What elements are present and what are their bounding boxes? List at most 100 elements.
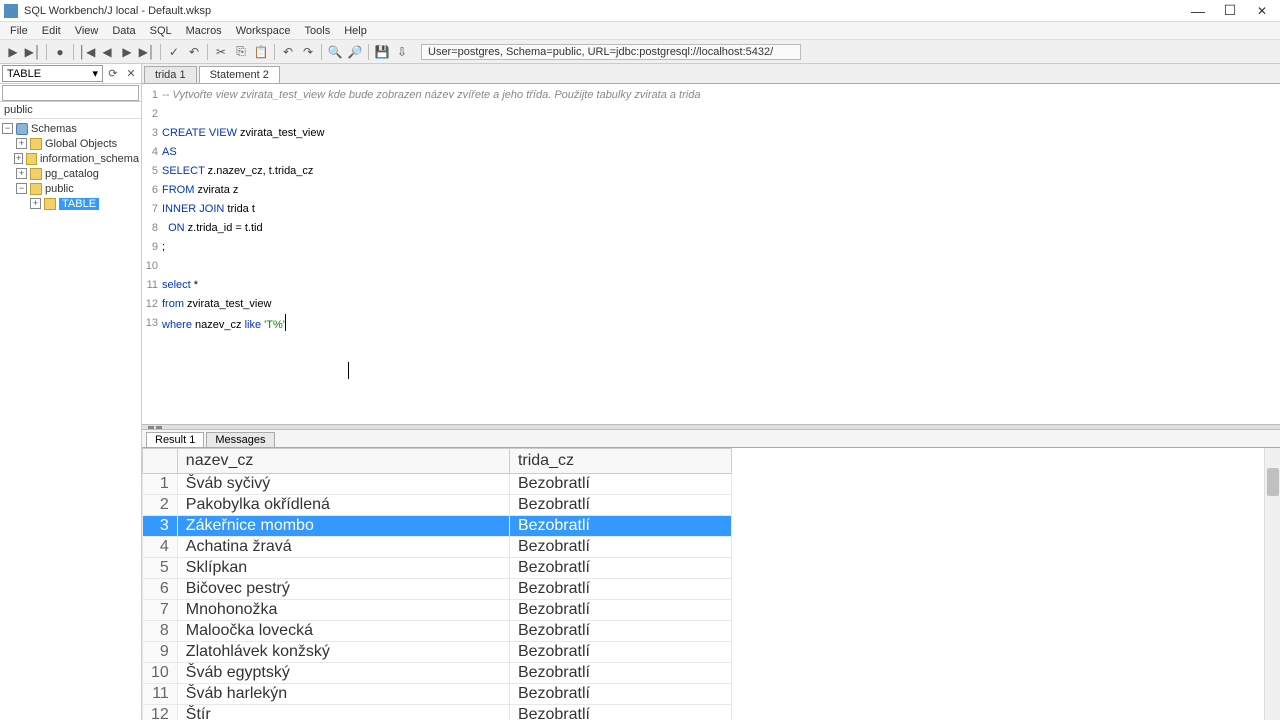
code-line[interactable]: -- Vytvořte view zvirata_test_view kde b… [162, 86, 1280, 105]
prev-icon[interactable]: ◀ [98, 43, 116, 61]
code-line[interactable]: FROM zvirata z [162, 181, 1280, 200]
run-icon[interactable]: ▶ [4, 43, 22, 61]
stop-icon[interactable]: ● [51, 43, 69, 61]
editor-tab[interactable]: Statement 2 [199, 66, 280, 83]
undo-icon[interactable]: ↶ [279, 43, 297, 61]
menu-item-help[interactable]: Help [338, 23, 373, 39]
tree-node-public[interactable]: −public [2, 181, 139, 196]
tree-node-table[interactable]: +TABLE [2, 196, 139, 211]
scrollbar-thumb[interactable] [1267, 468, 1279, 496]
menu-item-tools[interactable]: Tools [299, 23, 337, 39]
menu-item-workspace[interactable]: Workspace [230, 23, 297, 39]
cell[interactable]: Achatina žravá [177, 537, 509, 558]
cell[interactable]: Bezobratlí [509, 579, 731, 600]
cell[interactable]: Bezobratlí [509, 621, 731, 642]
table-row[interactable]: 4Achatina žraváBezobratlí [143, 537, 732, 558]
replace-icon[interactable]: 🔎 [346, 43, 364, 61]
export-icon[interactable]: ⇩ [393, 43, 411, 61]
cut-icon[interactable]: ✂ [212, 43, 230, 61]
table-row[interactable]: 7MnohonožkaBezobratlí [143, 600, 732, 621]
table-row[interactable]: 9Zlatohlávek konžskýBezobratlí [143, 642, 732, 663]
table-row[interactable]: 8Maloočka loveckáBezobratlí [143, 621, 732, 642]
cell[interactable]: Zlatohlávek konžský [177, 642, 509, 663]
table-row[interactable]: 5SklípkanBezobratlí [143, 558, 732, 579]
cell[interactable]: Šváb egyptský [177, 663, 509, 684]
find-icon[interactable]: 🔍 [326, 43, 344, 61]
cell[interactable]: Pakobylka okřídlená [177, 495, 509, 516]
code-line[interactable] [162, 257, 1280, 276]
cell[interactable]: Bičovec pestrý [177, 579, 509, 600]
code-line[interactable]: SELECT z.nazev_cz, t.trida_cz [162, 162, 1280, 181]
cell[interactable]: Bezobratlí [509, 705, 731, 720]
sql-editor[interactable]: 12345678910111213 -- Vytvořte view zvira… [142, 84, 1280, 424]
table-row[interactable]: 11Šváb harlekýnBezobratlí [143, 684, 732, 705]
tree-node-global-objects[interactable]: +Global Objects [2, 136, 139, 151]
tree-toggle-icon[interactable]: − [2, 123, 13, 134]
code-area[interactable]: -- Vytvořte view zvirata_test_view kde b… [162, 84, 1280, 424]
cell[interactable]: Bezobratlí [509, 537, 731, 558]
filter-input[interactable] [2, 85, 139, 101]
cell[interactable]: Šváb syčivý [177, 474, 509, 495]
close-panel-icon[interactable]: ✕ [123, 66, 139, 82]
menu-item-view[interactable]: View [69, 23, 105, 39]
code-line[interactable]: select * [162, 276, 1280, 295]
first-icon[interactable]: │◀ [78, 43, 96, 61]
code-line[interactable]: AS [162, 143, 1280, 162]
cell[interactable]: Sklípkan [177, 558, 509, 579]
result-tab[interactable]: Messages [206, 432, 274, 447]
last-icon[interactable]: ▶│ [138, 43, 156, 61]
code-line[interactable]: INNER JOIN trida t [162, 200, 1280, 219]
table-row[interactable]: 12ŠtírBezobratlí [143, 705, 732, 720]
cell[interactable]: Bezobratlí [509, 642, 731, 663]
cell[interactable]: Bezobratlí [509, 663, 731, 684]
redo-icon[interactable]: ↷ [299, 43, 317, 61]
paste-icon[interactable]: 📋 [252, 43, 270, 61]
menu-item-sql[interactable]: SQL [144, 23, 178, 39]
table-row[interactable]: 3Zákeřnice momboBezobratlí [143, 516, 732, 537]
table-row[interactable]: 1Šváb syčivýBezobratlí [143, 474, 732, 495]
tree-node-pg_catalog[interactable]: +pg_catalog [2, 166, 139, 181]
menu-item-data[interactable]: Data [106, 23, 141, 39]
rollback-icon[interactable]: ↶ [185, 43, 203, 61]
menu-item-edit[interactable]: Edit [36, 23, 67, 39]
menu-item-macros[interactable]: Macros [180, 23, 228, 39]
cell[interactable]: Šváb harlekýn [177, 684, 509, 705]
menu-item-file[interactable]: File [4, 23, 34, 39]
cell[interactable]: Bezobratlí [509, 516, 731, 537]
next-icon[interactable]: ▶ [118, 43, 136, 61]
code-line[interactable]: ; [162, 238, 1280, 257]
table-row[interactable]: 10Šváb egyptskýBezobratlí [143, 663, 732, 684]
save-icon[interactable]: 💾 [373, 43, 391, 61]
tree-toggle-icon[interactable]: + [30, 198, 41, 209]
vertical-scrollbar[interactable] [1264, 448, 1280, 720]
code-line[interactable] [162, 105, 1280, 124]
cell[interactable]: Zákeřnice mombo [177, 516, 509, 537]
cell[interactable]: Bezobratlí [509, 495, 731, 516]
cell[interactable]: Bezobratlí [509, 600, 731, 621]
tree-toggle-icon[interactable]: + [14, 153, 24, 164]
refresh-icon[interactable]: ⟳ [105, 66, 121, 82]
run-next-icon[interactable]: ▶│ [24, 43, 42, 61]
result-tab[interactable]: Result 1 [146, 432, 204, 447]
table-row[interactable]: 6Bičovec pestrýBezobratlí [143, 579, 732, 600]
tree-toggle-icon[interactable]: + [16, 168, 27, 179]
table-row[interactable]: 2Pakobylka okřídlenáBezobratlí [143, 495, 732, 516]
close-button[interactable]: ✕ [1248, 2, 1276, 20]
code-line[interactable]: CREATE VIEW zvirata_test_view [162, 124, 1280, 143]
cell[interactable]: Maloočka lovecká [177, 621, 509, 642]
maximize-button[interactable]: ☐ [1216, 2, 1244, 20]
commit-icon[interactable]: ✓ [165, 43, 183, 61]
cell[interactable]: Bezobratlí [509, 558, 731, 579]
cell[interactable]: Bezobratlí [509, 684, 731, 705]
code-line[interactable]: ON z.trida_id = t.tid [162, 219, 1280, 238]
cell[interactable]: Štír [177, 705, 509, 720]
column-header[interactable]: nazev_cz [177, 449, 509, 474]
tree-toggle-icon[interactable]: + [16, 138, 27, 149]
column-header[interactable]: trida_cz [509, 449, 731, 474]
minimize-button[interactable]: — [1184, 2, 1212, 20]
tree-node-information_schema[interactable]: +information_schema [2, 151, 139, 166]
tree-node-schemas[interactable]: −Schemas [2, 121, 139, 136]
cell[interactable]: Bezobratlí [509, 474, 731, 495]
cell[interactable]: Mnohonožka [177, 600, 509, 621]
object-type-combo[interactable]: TABLE ▾ [2, 65, 103, 82]
